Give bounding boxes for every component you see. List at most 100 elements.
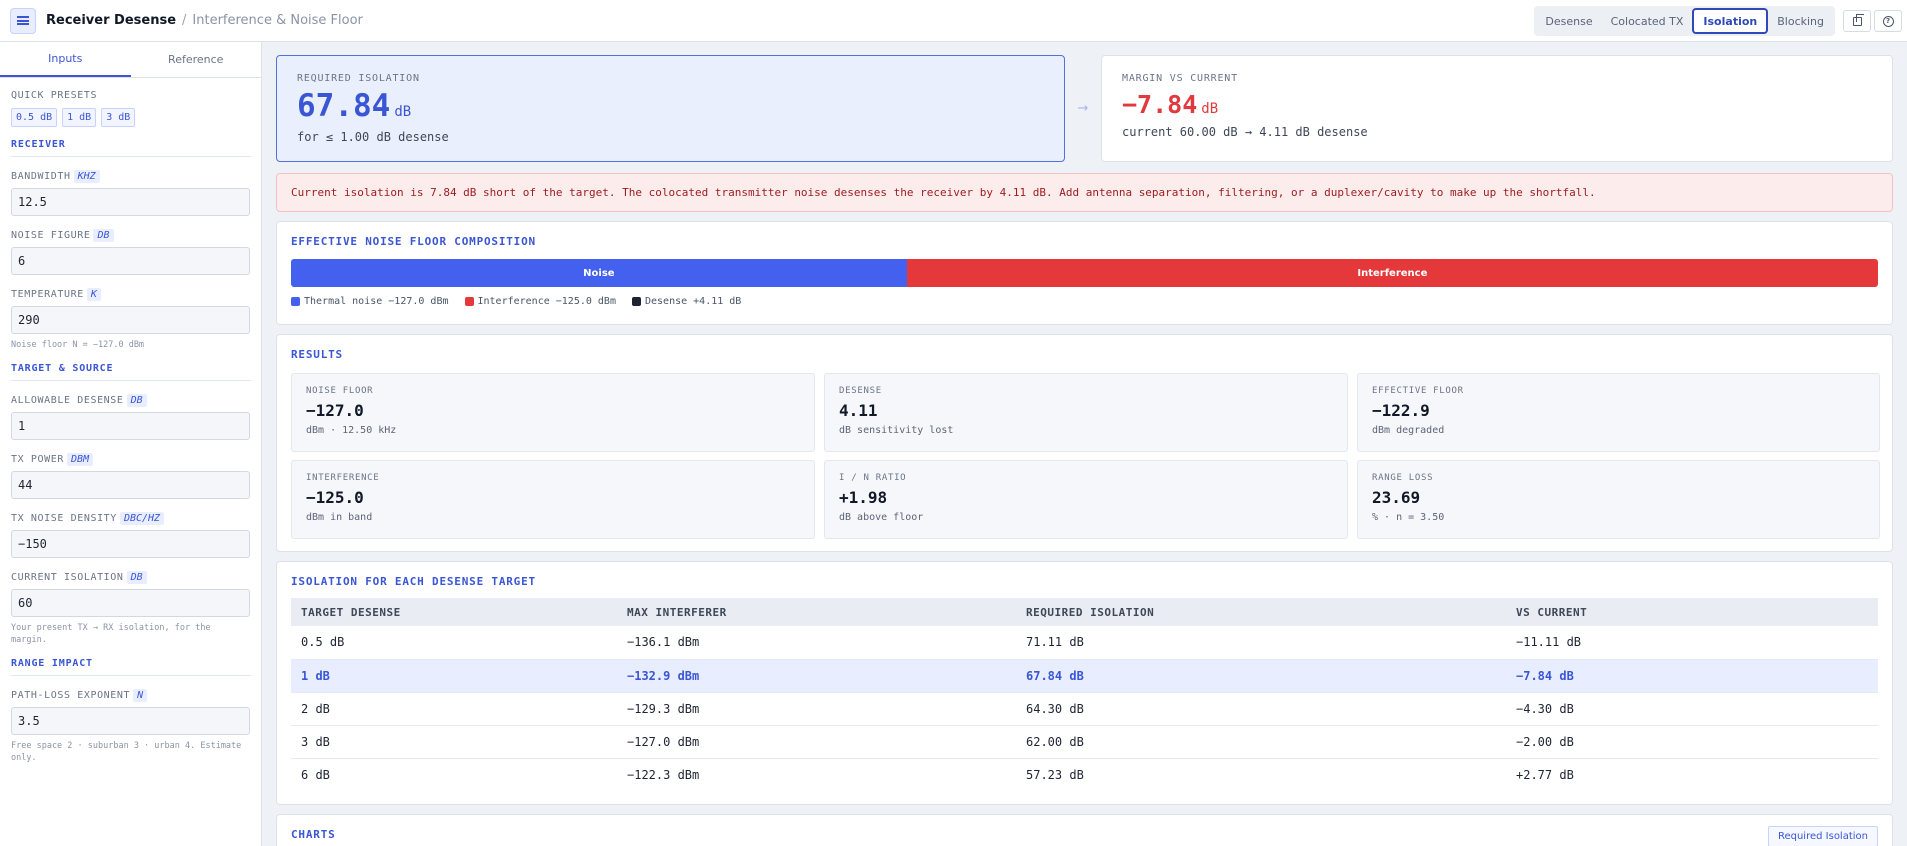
col-target-desense: TARGET DESENSE xyxy=(291,598,617,626)
preset-1db-button[interactable]: 1 dB xyxy=(62,108,97,127)
isolation-table-card: ISOLATION FOR EACH DESENSE TARGET TARGET… xyxy=(276,561,1893,805)
legend-item-interference: Interference −125.0 dBm xyxy=(464,296,616,307)
tile-value: 4.11 xyxy=(839,401,878,420)
menu-button[interactable] xyxy=(10,7,36,34)
tile-label: INTERFERENCE xyxy=(306,473,380,483)
table-cell: −11.11 dB xyxy=(1506,626,1878,660)
margin-label: MARGIN VS CURRENT xyxy=(1122,73,1238,84)
legend-swatch-interference xyxy=(464,297,474,306)
tab-isolation[interactable]: Isolation xyxy=(1692,8,1769,34)
copy-button[interactable] xyxy=(1843,10,1871,32)
required-isolation-sub: for ≤ 1.00 dB desense xyxy=(297,130,449,144)
table-row: 3 dB −127.0 dBm 62.00 dB −2.00 dB xyxy=(291,725,1878,759)
main-content: REQUIRED ISOLATION 67.84 dB for ≤ 1.00 dB… xyxy=(276,55,1893,846)
table-row: 6 dB −122.3 dBm 57.23 dB +2.77 dB xyxy=(291,758,1878,791)
legend-item-thermal: Thermal noise −127.0 dBm xyxy=(291,296,449,307)
margin-value-row: −7.84 dB xyxy=(1122,90,1872,119)
noise-figure-input[interactable] xyxy=(11,247,250,275)
allowable-desense-label: ALLOWABLE DESENSE xyxy=(11,395,124,406)
legend-swatch-desense xyxy=(631,297,641,306)
allowable-desense-input[interactable] xyxy=(11,412,250,440)
tile-value: +1.98 xyxy=(839,488,888,507)
result-tile-noise-floor: NOISE FLOOR −127.0 dBm · 12.50 kHz xyxy=(291,373,815,452)
tx-noise-density-input[interactable] xyxy=(11,530,250,558)
table-cell: −136.1 dBm xyxy=(617,626,1016,660)
preset-0-5db-button[interactable]: 0.5 dB xyxy=(11,108,58,127)
required-isolation-value: 67.84 xyxy=(297,88,391,124)
tx-power-label: TX POWER xyxy=(11,454,64,465)
margin-unit: dB xyxy=(1201,101,1219,117)
app-header: Receiver Desense / Interference & Noise … xyxy=(0,0,1907,42)
results-grid: NOISE FLOOR −127.0 dBm · 12.50 kHz DESENSE… xyxy=(291,373,1880,539)
section-receiver: RECEIVER xyxy=(11,139,251,157)
result-tile-interference: INTERFERENCE −125.0 dBm in band xyxy=(291,460,815,539)
help-button[interactable]: ? xyxy=(1874,10,1902,32)
legend-label-thermal: Thermal noise −127.0 dBm xyxy=(304,296,449,307)
quick-presets-label: QUICK PRESETS xyxy=(11,90,98,101)
tab-desense[interactable]: Desense xyxy=(1536,8,1601,34)
shortfall-alert: Current isolation is 7.84 dB short of th… xyxy=(276,173,1893,212)
preset-group: 0.5 dB 1 dB 3 dB xyxy=(11,108,251,127)
table-cell: 1 dB xyxy=(291,659,617,693)
tx-power-input[interactable] xyxy=(11,471,250,499)
legend-label-desense: Desense +4.11 dB xyxy=(644,296,742,307)
tile-sub: dBm in band xyxy=(306,512,373,523)
sidebar-tabs: Inputs Reference xyxy=(0,42,261,78)
current-isolation-unit: DB xyxy=(126,571,147,584)
noise-floor-composition-card: EFFECTIVE NOISE FLOOR COMPOSITION Noise I… xyxy=(276,221,1893,325)
tile-value: −122.9 xyxy=(1372,401,1430,420)
temperature-unit: K xyxy=(86,288,101,301)
tab-blocking[interactable]: Blocking xyxy=(1768,8,1833,34)
tx-noise-density-unit: DBC/HZ xyxy=(119,512,165,525)
breadcrumb-subtitle: Interference & Noise Floor xyxy=(192,13,363,28)
col-required-isolation: REQUIRED ISOLATION xyxy=(1016,598,1506,626)
table-cell: 0.5 dB xyxy=(291,626,617,660)
path-loss-input[interactable] xyxy=(11,707,250,735)
tile-label: NOISE FLOOR xyxy=(306,386,374,396)
composition-bar: Noise Interference xyxy=(291,259,1878,287)
required-isolation-chart-button[interactable]: Required Isolation xyxy=(1767,826,1878,846)
current-isolation-input[interactable] xyxy=(11,589,250,617)
path-loss-unit: N xyxy=(133,689,148,702)
tab-reference[interactable]: Reference xyxy=(131,42,262,77)
tx-noise-density-label: TX NOISE DENSITY xyxy=(11,513,117,524)
col-max-interferer: MAX INTERFERER xyxy=(617,598,1016,626)
tile-value: 23.69 xyxy=(1372,488,1421,507)
current-isolation-hint: Your present TX → RX isolation, for the … xyxy=(11,623,211,645)
mode-tabs: Desense Colocated TX Isolation Blocking xyxy=(1534,6,1835,36)
preset-3db-button[interactable]: 3 dB xyxy=(101,108,136,127)
results-title: RESULTS xyxy=(291,348,343,361)
path-loss-label: PATH-LOSS EXPONENT xyxy=(11,690,131,701)
tile-label: RANGE LOSS xyxy=(1372,473,1434,483)
temperature-input[interactable] xyxy=(11,306,250,334)
composition-segment-interference: Interference xyxy=(906,259,1878,287)
section-range-impact: RANGE IMPACT xyxy=(11,658,251,676)
required-isolation-unit: dB xyxy=(394,104,412,120)
arrow-right-icon: → xyxy=(1077,101,1089,116)
tile-sub: dBm · 12.50 kHz xyxy=(306,425,397,436)
composition-legend: Thermal noise −127.0 dBm Interference −1… xyxy=(291,296,1878,307)
path-loss-hint: Free space 2 · suburban 3 · urban 4. Est… xyxy=(11,741,242,763)
noise-floor-hint: Noise floor N = −127.0 dBm xyxy=(11,340,145,350)
charts-title: CHARTS xyxy=(291,828,336,841)
table-row: 2 dB −129.3 dBm 64.30 dB −4.30 dB xyxy=(291,692,1878,726)
table-cell: 3 dB xyxy=(291,725,617,759)
menu-icon xyxy=(17,16,29,25)
help-icon: ? xyxy=(1882,15,1894,27)
current-isolation-label: CURRENT ISOLATION xyxy=(11,572,124,583)
bandwidth-input[interactable] xyxy=(11,188,250,216)
legend-label-interference: Interference −125.0 dBm xyxy=(477,296,616,307)
margin-value: −7.84 xyxy=(1122,90,1198,119)
required-isolation-value-row: 67.84 dB xyxy=(297,88,1044,124)
composition-title: EFFECTIVE NOISE FLOOR COMPOSITION xyxy=(291,235,536,248)
table-cell: +2.77 dB xyxy=(1516,767,1574,782)
tab-colocated-tx[interactable]: Colocated TX xyxy=(1602,8,1693,34)
table-cell: 64.30 dB xyxy=(1016,692,1506,726)
allowable-desense-unit: DB xyxy=(126,394,147,407)
composition-segment-noise: Noise xyxy=(291,259,907,287)
tile-sub: dBm degraded xyxy=(1372,425,1445,436)
table-cell: 62.00 dB xyxy=(1016,725,1506,759)
result-tile-range-loss: RANGE LOSS 23.69 % · n = 3.50 xyxy=(1357,460,1880,539)
isolation-table-title: ISOLATION FOR EACH DESENSE TARGET xyxy=(291,575,536,588)
tab-inputs[interactable]: Inputs xyxy=(0,42,131,77)
